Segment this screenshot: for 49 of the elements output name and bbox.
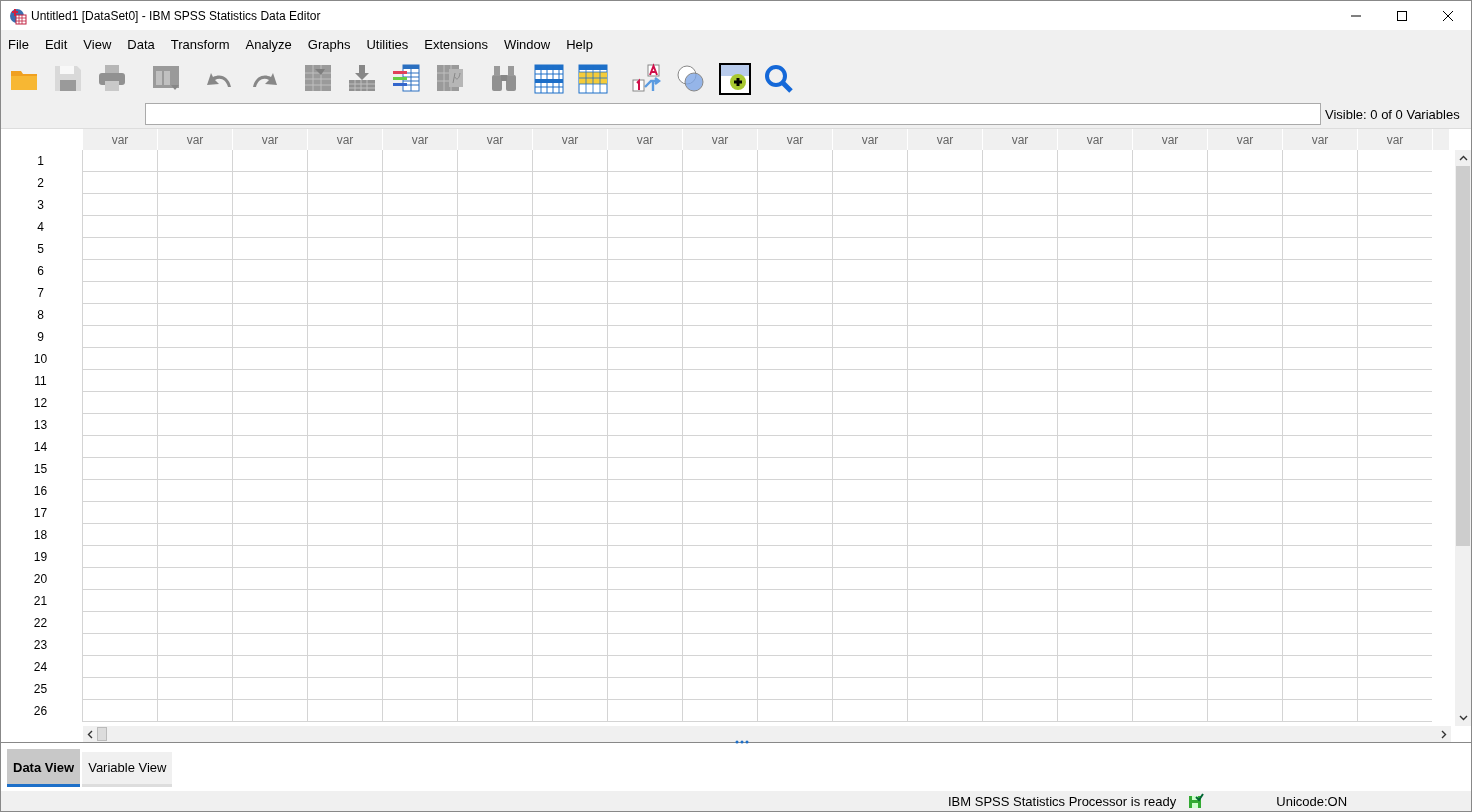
column-header[interactable]: var	[532, 129, 607, 150]
table-icon[interactable]	[533, 63, 565, 95]
menu-item[interactable]: Utilities	[362, 36, 419, 52]
column-header[interactable]: var	[757, 129, 832, 150]
unicode-status: Unicode:ON	[1276, 793, 1348, 809]
column-header[interactable]: var	[682, 129, 757, 150]
floppy-check-icon	[1188, 793, 1205, 809]
list-table-icon[interactable]	[391, 63, 423, 95]
column-header[interactable]: var	[1207, 129, 1282, 150]
menu-item[interactable]: File	[4, 36, 39, 52]
column-header[interactable]: var	[832, 129, 907, 150]
search-icon[interactable]	[763, 63, 795, 95]
visible-variables-count: Visible: 0 of 0 Variables	[1325, 106, 1460, 122]
column-header[interactable]: var	[1132, 129, 1207, 150]
cell-editor-field[interactable]	[145, 103, 1321, 125]
table-icon[interactable]	[577, 63, 609, 95]
overlapping-circles-icon[interactable]	[675, 63, 707, 95]
column-header[interactable]: var	[82, 129, 157, 150]
column-header[interactable]: var	[232, 129, 307, 150]
column-header[interactable]: var	[157, 129, 232, 150]
menu-item[interactable]: Analyze	[241, 36, 302, 52]
vertical-scrollbar[interactable]	[1455, 150, 1471, 726]
column-header[interactable]: var	[982, 129, 1057, 150]
menu-item[interactable]: Data	[123, 36, 165, 52]
column-header[interactable]: var	[1057, 129, 1132, 150]
app-icon	[9, 6, 27, 25]
status-message: IBM SPSS Statistics Processor is ready	[948, 793, 1177, 809]
column-header[interactable]: var	[307, 129, 382, 150]
scrollbar-thumb[interactable]	[97, 727, 107, 741]
window-title: Untitled1 [DataSet0] - IBM SPSS Statistics Data Editor	[31, 8, 321, 23]
column-header[interactable]: var	[907, 129, 982, 150]
column-header[interactable]: var	[382, 129, 457, 150]
menu-item[interactable]: View	[79, 36, 122, 52]
menu-item[interactable]: Help	[562, 36, 603, 52]
menu-item[interactable]: Extensions	[420, 36, 498, 52]
column-header[interactable]: var	[1357, 129, 1432, 150]
letter-number-arrows-icon[interactable]	[631, 63, 663, 95]
view-tab[interactable]: Variable View	[82, 752, 173, 787]
column-header[interactable]: var	[1282, 129, 1357, 150]
menu-item[interactable]: Transform	[166, 36, 240, 52]
column-header[interactable]: var	[457, 129, 532, 150]
scrollbar-thumb[interactable]	[1456, 166, 1470, 546]
menu-item[interactable]: Graphs	[303, 36, 361, 52]
view-tab[interactable]: Data View	[7, 749, 81, 787]
splitter-grip-icon[interactable]	[735, 740, 749, 744]
menu-item[interactable]: Window	[499, 36, 561, 52]
menu-item[interactable]: Edit	[40, 36, 78, 52]
column-header[interactable]: var	[607, 129, 682, 150]
horizontal-scrollbar[interactable]	[83, 726, 1451, 742]
